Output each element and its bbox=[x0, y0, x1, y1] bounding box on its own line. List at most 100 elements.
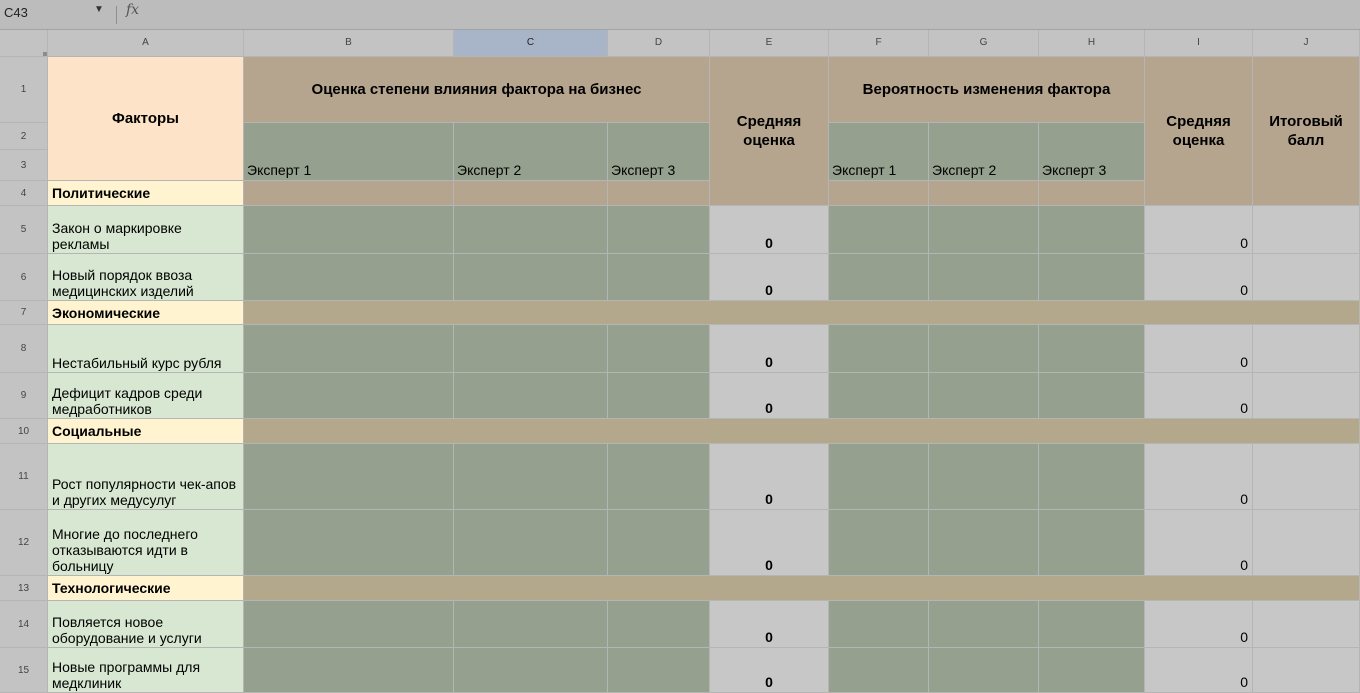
row-header-2[interactable]: 2 bbox=[0, 123, 48, 150]
score-input-cell[interactable] bbox=[929, 510, 1039, 576]
probability-expert-1[interactable]: Эксперт 1 bbox=[829, 123, 929, 181]
category-row-cell[interactable] bbox=[454, 181, 608, 206]
select-all-corner[interactable] bbox=[0, 30, 48, 57]
category-social[interactable]: Социальные bbox=[48, 419, 244, 444]
score-input-cell[interactable] bbox=[454, 206, 608, 254]
score-input-cell[interactable] bbox=[244, 601, 454, 648]
score-input-cell[interactable] bbox=[454, 510, 608, 576]
score-input-cell[interactable] bbox=[454, 444, 608, 510]
avg-probability-value[interactable]: 0 bbox=[1145, 648, 1253, 693]
avg-impact-value[interactable]: 0 bbox=[710, 648, 829, 693]
score-input-cell[interactable] bbox=[608, 648, 710, 693]
score-input-cell[interactable] bbox=[829, 444, 929, 510]
factor-cell[interactable]: Новый порядок ввоза медицинских изделий bbox=[48, 254, 244, 301]
score-input-cell[interactable] bbox=[454, 373, 608, 419]
avg-probability-value[interactable]: 0 bbox=[1145, 254, 1253, 301]
factor-cell[interactable]: Многие до последнего отказываются идти в… bbox=[48, 510, 244, 576]
column-header-d[interactable]: D bbox=[608, 30, 710, 57]
row-header-7[interactable]: 7 bbox=[0, 301, 48, 325]
category-row-cell[interactable] bbox=[608, 181, 710, 206]
row-header-15[interactable]: 15 bbox=[0, 648, 48, 693]
avg-probability-value[interactable]: 0 bbox=[1145, 601, 1253, 648]
chevron-down-icon[interactable]: ▼ bbox=[94, 4, 104, 15]
probability-expert-2[interactable]: Эксперт 2 bbox=[929, 123, 1039, 181]
row-header-10[interactable]: 10 bbox=[0, 419, 48, 444]
score-input-cell[interactable] bbox=[929, 648, 1039, 693]
row-header-1[interactable]: 1 bbox=[0, 57, 48, 123]
score-input-cell[interactable] bbox=[929, 206, 1039, 254]
row-header-14[interactable]: 14 bbox=[0, 601, 48, 648]
score-input-cell[interactable] bbox=[929, 254, 1039, 301]
column-header-h[interactable]: H bbox=[1039, 30, 1145, 57]
avg-impact-value[interactable]: 0 bbox=[710, 444, 829, 510]
column-header-a[interactable]: A bbox=[48, 30, 244, 57]
score-input-cell[interactable] bbox=[829, 601, 929, 648]
avg-probability-value[interactable]: 0 bbox=[1145, 373, 1253, 419]
row-header-5[interactable]: 5 bbox=[0, 206, 48, 254]
column-header-f[interactable]: F bbox=[829, 30, 929, 57]
factor-cell[interactable]: Повляется новое оборудование и услуги bbox=[48, 601, 244, 648]
score-input-cell[interactable] bbox=[244, 510, 454, 576]
score-input-cell[interactable] bbox=[454, 254, 608, 301]
row-header-6[interactable]: 6 bbox=[0, 254, 48, 301]
row-header-12[interactable]: 12 bbox=[0, 510, 48, 576]
column-header-i[interactable]: I bbox=[1145, 30, 1253, 57]
category-band[interactable] bbox=[244, 301, 1360, 325]
column-header-c[interactable]: C bbox=[454, 30, 608, 57]
factor-cell[interactable]: Новые программы для медклиник bbox=[48, 648, 244, 693]
score-input-cell[interactable] bbox=[244, 254, 454, 301]
score-input-cell[interactable] bbox=[829, 648, 929, 693]
score-input-cell[interactable] bbox=[1039, 373, 1145, 419]
total-score-value[interactable] bbox=[1253, 510, 1360, 576]
row-header-3[interactable]: 3 bbox=[0, 150, 48, 181]
avg-probability-header[interactable]: Средняя оценка bbox=[1145, 57, 1253, 206]
category-political[interactable]: Политические bbox=[48, 181, 244, 206]
impact-expert-2[interactable]: Эксперт 2 bbox=[454, 123, 608, 181]
score-input-cell[interactable] bbox=[1039, 510, 1145, 576]
score-input-cell[interactable] bbox=[829, 254, 929, 301]
column-header-g[interactable]: G bbox=[929, 30, 1039, 57]
avg-impact-value[interactable]: 0 bbox=[710, 206, 829, 254]
row-header-9[interactable]: 9 bbox=[0, 373, 48, 419]
avg-impact-header[interactable]: Средняя оценка bbox=[710, 57, 829, 206]
avg-impact-value[interactable]: 0 bbox=[710, 254, 829, 301]
score-input-cell[interactable] bbox=[608, 325, 710, 373]
category-band[interactable] bbox=[244, 419, 1360, 444]
avg-probability-value[interactable]: 0 bbox=[1145, 510, 1253, 576]
column-header-j[interactable]: J bbox=[1253, 30, 1360, 57]
factor-cell[interactable]: Закон о маркировке рекламы bbox=[48, 206, 244, 254]
factor-cell[interactable]: Рост популярности чек-апов и других меду… bbox=[48, 444, 244, 510]
impact-header[interactable]: Оценка степени влияния фактора на бизнес bbox=[244, 57, 710, 123]
score-input-cell[interactable] bbox=[1039, 648, 1145, 693]
category-economic[interactable]: Экономические bbox=[48, 301, 244, 325]
factors-header[interactable]: Факторы bbox=[48, 57, 244, 181]
avg-probability-value[interactable]: 0 bbox=[1145, 206, 1253, 254]
score-input-cell[interactable] bbox=[1039, 254, 1145, 301]
probability-expert-3[interactable]: Эксперт 3 bbox=[1039, 123, 1145, 181]
factor-cell[interactable]: Нестабильный курс рубля bbox=[48, 325, 244, 373]
score-input-cell[interactable] bbox=[454, 648, 608, 693]
score-input-cell[interactable] bbox=[244, 325, 454, 373]
row-header-13[interactable]: 13 bbox=[0, 576, 48, 601]
avg-probability-value[interactable]: 0 bbox=[1145, 444, 1253, 510]
score-input-cell[interactable] bbox=[244, 373, 454, 419]
score-input-cell[interactable] bbox=[829, 325, 929, 373]
score-input-cell[interactable] bbox=[608, 510, 710, 576]
score-input-cell[interactable] bbox=[244, 648, 454, 693]
category-row-cell[interactable] bbox=[929, 181, 1039, 206]
category-technological[interactable]: Технологические bbox=[48, 576, 244, 601]
score-input-cell[interactable] bbox=[829, 206, 929, 254]
column-header-e[interactable]: E bbox=[710, 30, 829, 57]
total-score-value[interactable] bbox=[1253, 648, 1360, 693]
score-input-cell[interactable] bbox=[244, 444, 454, 510]
impact-expert-3[interactable]: Эксперт 3 bbox=[608, 123, 710, 181]
score-input-cell[interactable] bbox=[608, 444, 710, 510]
score-input-cell[interactable] bbox=[829, 510, 929, 576]
total-score-header[interactable]: Итоговый балл bbox=[1253, 57, 1360, 206]
avg-impact-value[interactable]: 0 bbox=[710, 373, 829, 419]
score-input-cell[interactable] bbox=[244, 206, 454, 254]
avg-probability-value[interactable]: 0 bbox=[1145, 325, 1253, 373]
category-row-cell[interactable] bbox=[1039, 181, 1145, 206]
score-input-cell[interactable] bbox=[454, 325, 608, 373]
score-input-cell[interactable] bbox=[829, 373, 929, 419]
